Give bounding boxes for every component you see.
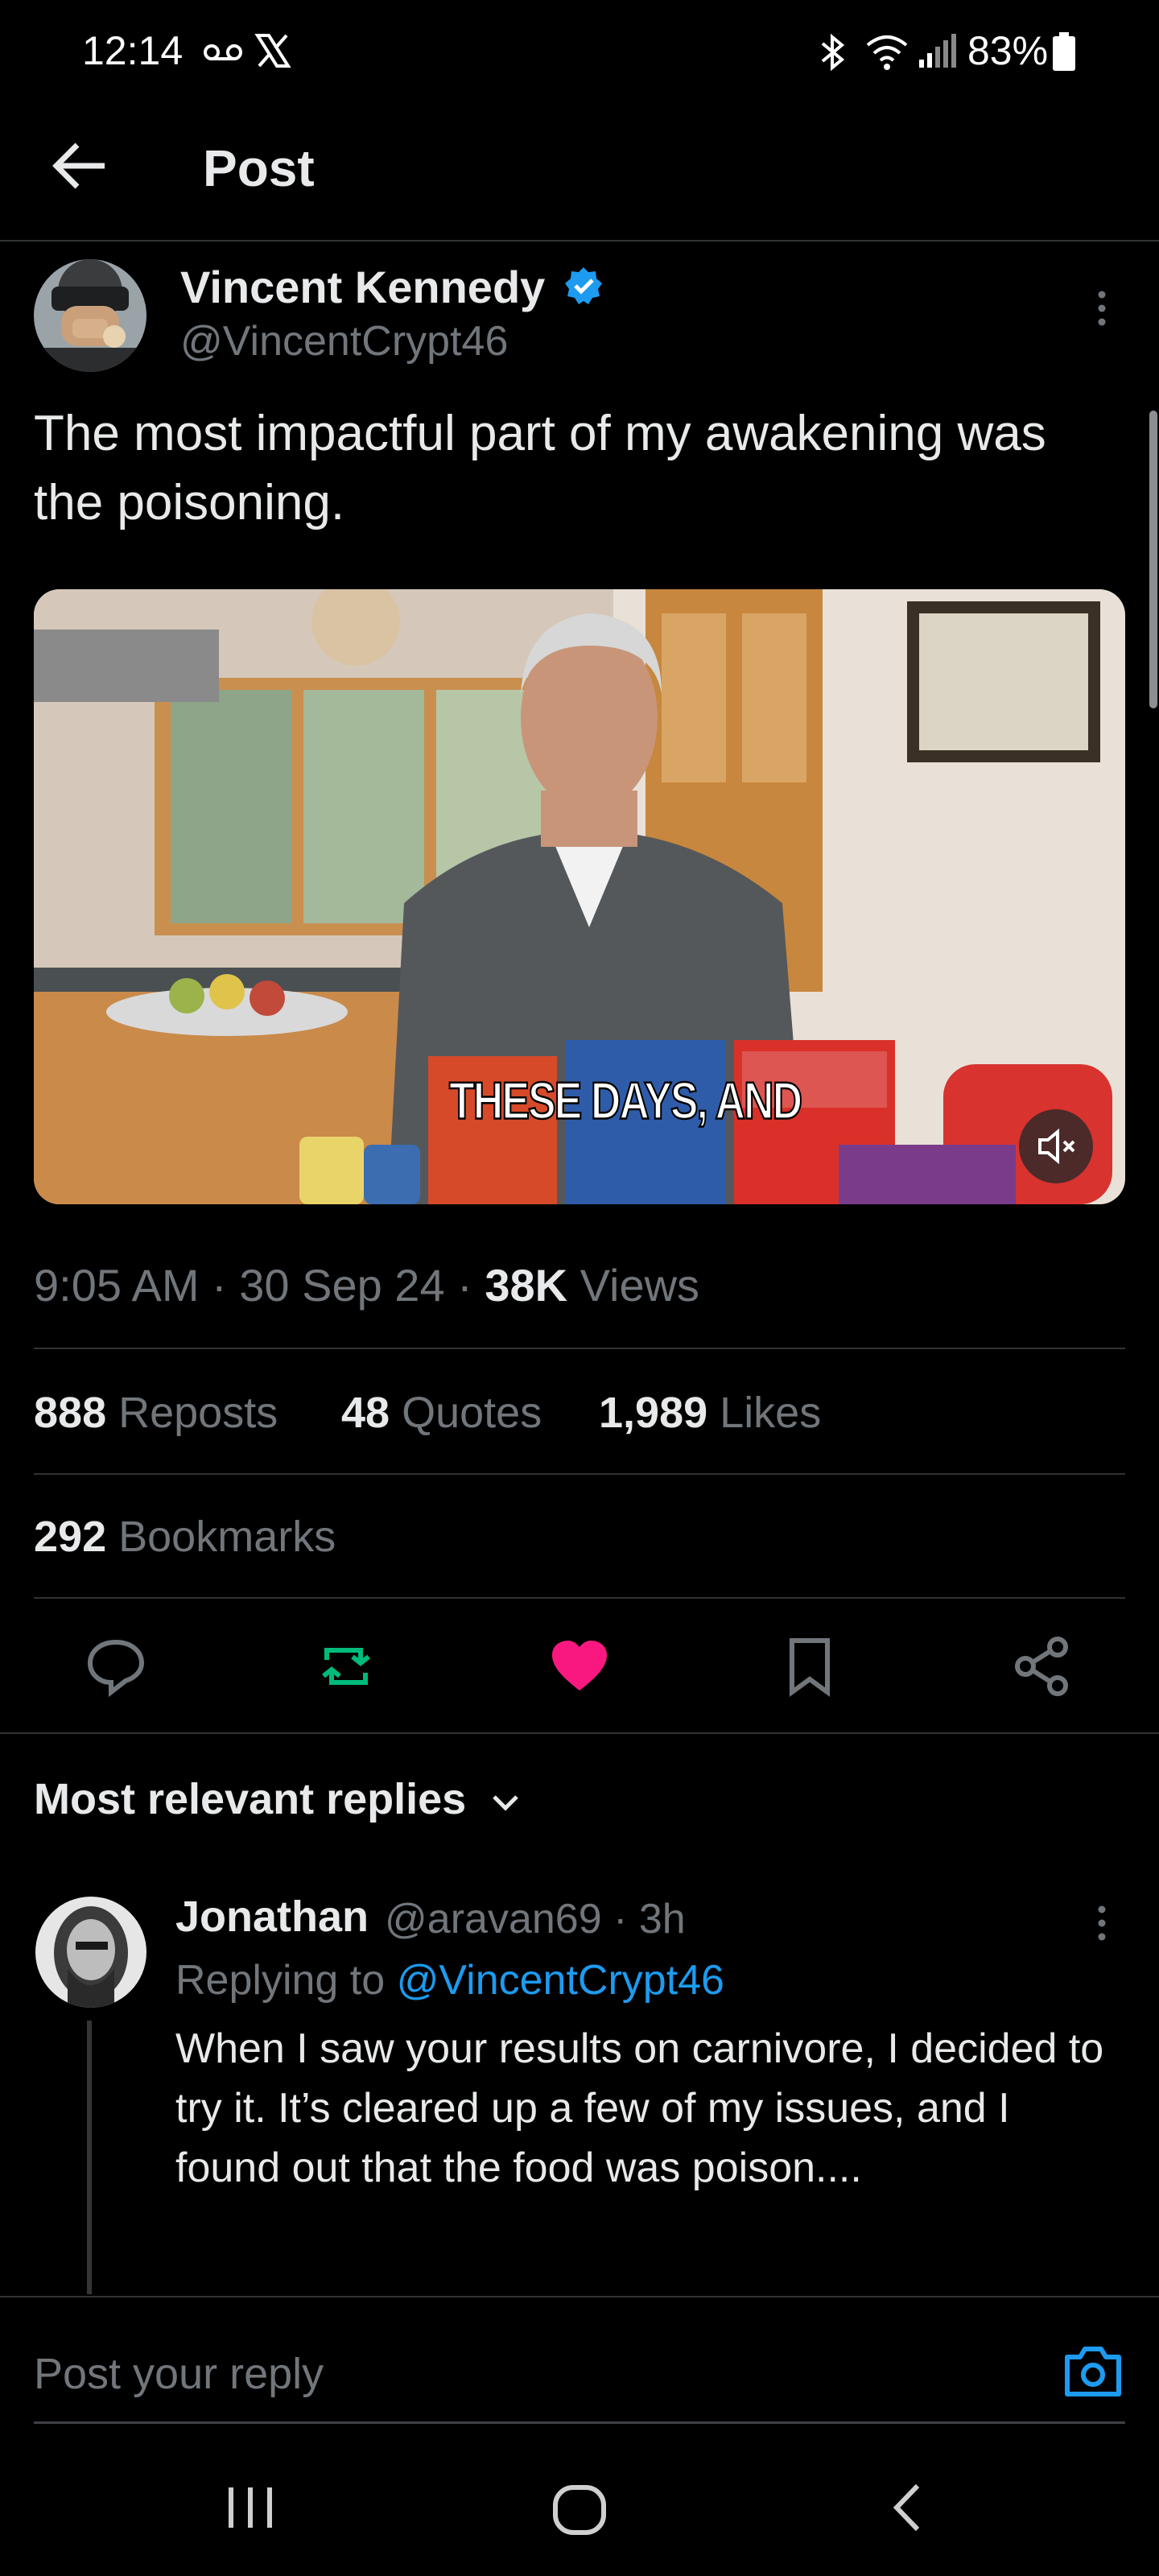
- author-name[interactable]: Vincent Kennedy: [180, 261, 545, 313]
- post-time: 9:05 AM: [34, 1260, 200, 1311]
- thread-line: [87, 2021, 92, 2294]
- replies-sort-dropdown[interactable]: Most relevant replies: [34, 1774, 522, 1824]
- voicemail-icon: [203, 40, 243, 64]
- divider: [34, 1597, 1125, 1599]
- reply-time: · 3h: [613, 1896, 686, 1942]
- camera-icon[interactable]: [1061, 2339, 1125, 2404]
- reply-text: When I saw your results on carnivore, I …: [175, 2025, 1104, 2191]
- reply-author-handle[interactable]: @aravan69 · 3h: [385, 1895, 686, 1943]
- share-icon: [1015, 1637, 1068, 1696]
- reposts-stat[interactable]: 888 Reposts: [34, 1388, 278, 1438]
- reposts-label: Reposts: [118, 1389, 278, 1437]
- divider: [34, 1473, 1125, 1475]
- nav-home-button[interactable]: [547, 2478, 612, 2542]
- reposts-count: 888: [34, 1389, 107, 1437]
- likes-stat[interactable]: 1,989 Likes: [599, 1388, 821, 1438]
- quotes-label: Quotes: [402, 1389, 542, 1437]
- reply-button[interactable]: [84, 1634, 148, 1699]
- more-options-icon[interactable]: [1090, 288, 1114, 328]
- post-meta: 9:05 AM · 30 Sep 24 · 38K Views: [34, 1260, 700, 1311]
- status-time: 12:14: [82, 28, 184, 73]
- verified-badge-icon: [563, 266, 604, 306]
- nav-recents-button[interactable]: [222, 2479, 278, 2536]
- battery-icon: [1053, 32, 1075, 71]
- nav-back-button[interactable]: [881, 2479, 937, 2536]
- bluetooth-icon: [819, 32, 847, 72]
- wifi-icon: [864, 34, 909, 71]
- header-divider: [0, 240, 1159, 242]
- reply-avatar[interactable]: [35, 1897, 146, 2008]
- bookmark-icon: [790, 1638, 830, 1697]
- divider: [34, 1348, 1125, 1349]
- share-button[interactable]: [1009, 1634, 1074, 1699]
- views-label: Views: [580, 1260, 700, 1311]
- page-title: Post: [203, 139, 315, 197]
- divider: [0, 1732, 1159, 1734]
- quotes-stat[interactable]: 48 Quotes: [341, 1388, 542, 1438]
- bookmarks-stat[interactable]: 292 Bookmarks: [34, 1512, 336, 1562]
- bookmarks-count: 292: [34, 1513, 107, 1561]
- back-button[interactable]: [48, 134, 113, 198]
- replying-to: Replying to @VincentCrypt46: [175, 1956, 724, 2004]
- reply-author-name[interactable]: Jonathan: [175, 1892, 369, 1942]
- bookmark-button[interactable]: [777, 1634, 842, 1699]
- author-handle[interactable]: @VincentCrypt46: [180, 317, 508, 365]
- quotes-count: 48: [341, 1389, 390, 1437]
- likes-label: Likes: [720, 1389, 822, 1437]
- recents-icon: [229, 2487, 272, 2528]
- replies-sort-label: Most relevant replies: [34, 1775, 467, 1823]
- speaker-muted-icon: [1038, 1128, 1075, 1165]
- video-caption: THESE DAYS, AND: [448, 1071, 803, 1132]
- arrow-left-icon: [52, 142, 105, 189]
- post-text: The most impactful part of my awakening …: [34, 406, 1046, 530]
- mute-button[interactable]: [1019, 1109, 1093, 1183]
- bookmarks-label: Bookmarks: [118, 1513, 336, 1561]
- scrollbar-thumb[interactable]: [1149, 411, 1157, 708]
- battery-percentage: 83%: [967, 28, 1049, 73]
- likes-count: 1,989: [599, 1389, 708, 1437]
- chevron-down-icon: [493, 1794, 519, 1811]
- x-app-icon: [254, 32, 291, 69]
- reply-input[interactable]: Post your reply: [34, 2349, 324, 2399]
- signal-icon: [918, 34, 958, 69]
- heart-icon: [552, 1641, 607, 1690]
- replying-to-handle-link[interactable]: @VincentCrypt46: [397, 1957, 724, 2004]
- repost-button[interactable]: [314, 1634, 378, 1699]
- like-button[interactable]: [547, 1634, 612, 1699]
- home-icon: [553, 2485, 606, 2535]
- replying-to-label: Replying to: [175, 1957, 386, 2004]
- repost-icon: [322, 1648, 370, 1685]
- views-count: 38K: [485, 1260, 568, 1311]
- comment-icon: [87, 1639, 145, 1698]
- author-avatar[interactable]: [34, 259, 146, 372]
- back-chevron-icon: [893, 2483, 920, 2532]
- post-date: 30 Sep 24: [239, 1260, 445, 1311]
- composer-underline: [34, 2421, 1125, 2424]
- reply-more-options-icon[interactable]: [1090, 1903, 1114, 1943]
